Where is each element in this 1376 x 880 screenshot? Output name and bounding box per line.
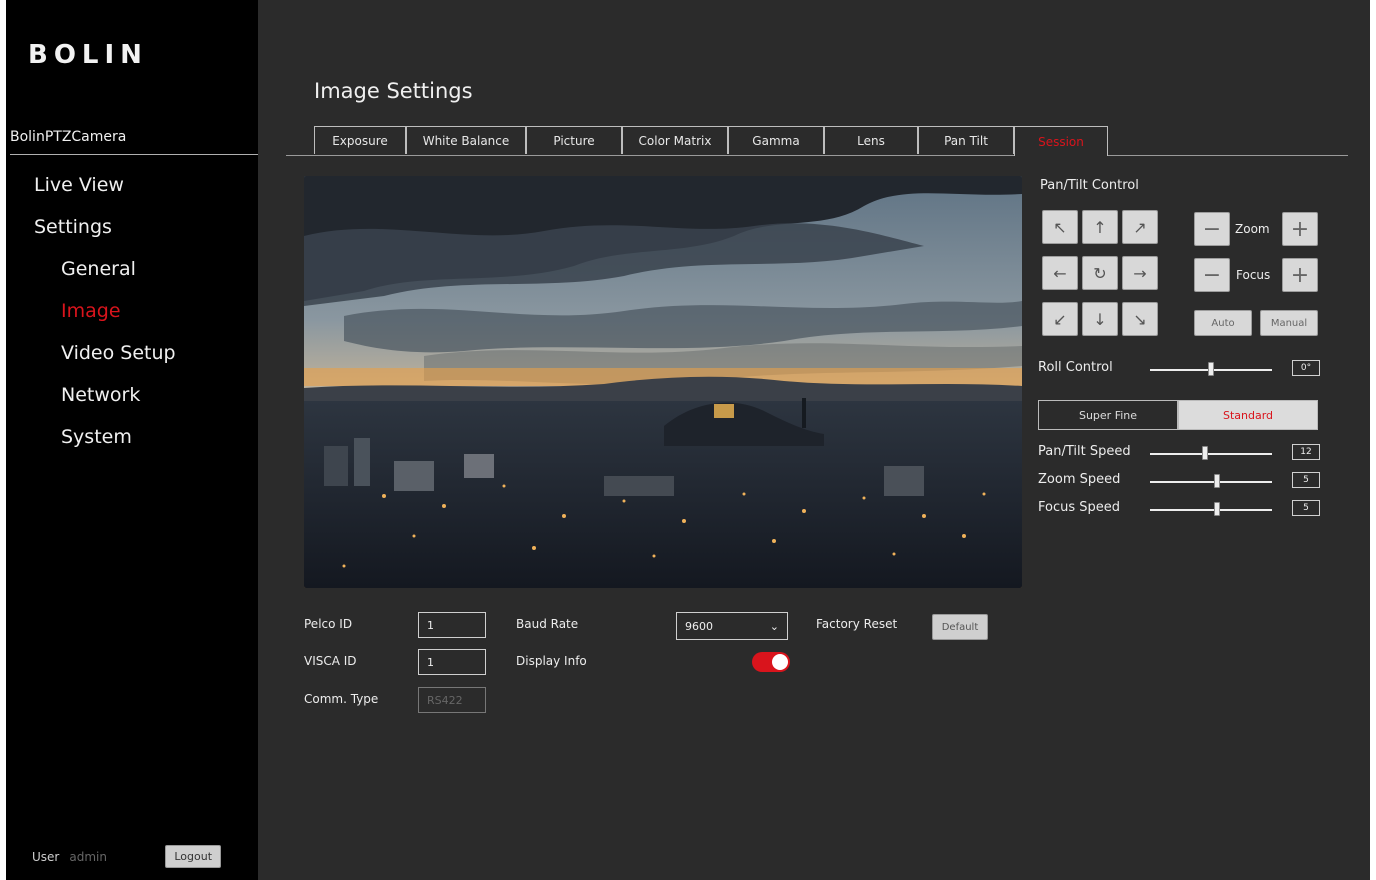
zoom-speed-label: Zoom Speed (1038, 472, 1121, 487)
focus-manual-button[interactable]: Manual (1260, 310, 1318, 336)
minus-icon: − (1202, 216, 1222, 242)
pelco-id-label: Pelco ID (304, 617, 353, 631)
factory-default-button[interactable]: Default (932, 614, 988, 640)
pan-down-button[interactable]: ↓ (1082, 302, 1118, 336)
device-name: BolinPTZCamera (10, 129, 127, 145)
super-fine-option[interactable]: Super Fine (1038, 400, 1178, 430)
roll-control-label: Roll Control (1038, 360, 1113, 375)
tab-session[interactable]: Session (1014, 126, 1108, 156)
plus-icon: + (1290, 216, 1310, 242)
main-content: Image Settings Exposure White Balance Pi… (258, 0, 1370, 880)
zoom-speed-track[interactable] (1150, 481, 1272, 483)
pan-left-button[interactable]: ← (1042, 256, 1078, 290)
factory-reset-label: Factory Reset (816, 617, 898, 631)
pan-tilt-speed-value: 12 (1292, 444, 1320, 460)
nav-video-setup[interactable]: Video Setup (61, 342, 176, 364)
user-area: User admin Logout (32, 845, 222, 868)
pan-tilt-speed-handle[interactable] (1201, 446, 1208, 460)
tab-bar: Exposure White Balance Picture Color Mat… (286, 126, 1348, 156)
cityscape-illustration (304, 176, 1022, 588)
sidebar: BOLIN BolinPTZCamera Live View Settings … (6, 0, 262, 880)
refresh-icon: ↻ (1093, 263, 1107, 283)
zoom-in-button[interactable]: + (1282, 212, 1318, 246)
brand-logo: BOLIN (28, 40, 148, 70)
arrow-up-left-icon: ↖ (1053, 217, 1067, 237)
pan-up-left-button[interactable]: ↖ (1042, 210, 1078, 244)
zoom-out-button[interactable]: − (1194, 212, 1230, 246)
baud-rate-label: Baud Rate (516, 617, 579, 631)
pan-up-right-button[interactable]: ↗ (1122, 210, 1158, 244)
nav-settings[interactable]: Settings (34, 216, 112, 238)
pan-down-left-button[interactable]: ↙ (1042, 302, 1078, 336)
focus-label: Focus (1236, 268, 1271, 282)
pan-tilt-speed-track[interactable] (1150, 453, 1272, 455)
display-info-toggle[interactable] (752, 652, 790, 672)
nav-live-view[interactable]: Live View (34, 174, 124, 196)
user-name: admin (69, 849, 107, 864)
toggle-knob (772, 654, 788, 670)
baud-rate-select[interactable]: 9600 ⌄ (676, 612, 788, 640)
user-label: User (32, 849, 60, 864)
arrow-up-right-icon: ↗ (1133, 217, 1147, 237)
comm-type-label: Comm. Type (304, 692, 379, 706)
tab-gamma[interactable]: Gamma (728, 126, 824, 154)
arrow-up-icon: ↑ (1093, 217, 1107, 237)
page-title: Image Settings (314, 79, 473, 103)
focus-speed-track[interactable] (1150, 509, 1272, 511)
visca-id-label: VISCA ID (304, 654, 357, 668)
zoom-speed-value: 5 (1292, 472, 1320, 488)
sidebar-divider (10, 154, 262, 155)
roll-slider-handle[interactable] (1208, 362, 1214, 376)
chevron-down-icon: ⌄ (769, 619, 779, 633)
arrow-down-icon: ↓ (1093, 309, 1107, 329)
tab-picture[interactable]: Picture (526, 126, 622, 154)
minus-icon: − (1202, 262, 1222, 288)
tab-exposure[interactable]: Exposure (314, 126, 406, 154)
focus-auto-button[interactable]: Auto (1194, 310, 1252, 336)
roll-value: 0° (1292, 360, 1320, 376)
arrow-down-left-icon: ↙ (1053, 309, 1067, 329)
arrow-down-right-icon: ↘ (1133, 309, 1147, 329)
nav-system[interactable]: System (61, 426, 132, 448)
arrow-left-icon: ← (1053, 263, 1067, 283)
pan-down-right-button[interactable]: ↘ (1122, 302, 1158, 336)
standard-option[interactable]: Standard (1178, 400, 1318, 430)
arrow-right-icon: → (1133, 263, 1147, 283)
pan-tilt-title: Pan/Tilt Control (1040, 178, 1139, 193)
zoom-label: Zoom (1235, 222, 1270, 236)
nav-image[interactable]: Image (61, 300, 121, 322)
zoom-speed-handle[interactable] (1214, 474, 1221, 488)
tab-color-matrix[interactable]: Color Matrix (622, 126, 728, 154)
tab-pan-tilt[interactable]: Pan Tilt (918, 126, 1014, 154)
nav-general[interactable]: General (61, 258, 136, 280)
plus-icon: + (1290, 262, 1310, 288)
pan-tilt-speed-label: Pan/Tilt Speed (1038, 444, 1131, 459)
focus-near-button[interactable]: − (1194, 258, 1230, 292)
focus-speed-label: Focus Speed (1038, 500, 1121, 515)
live-preview-image (304, 176, 1022, 588)
tab-white-balance[interactable]: White Balance (406, 126, 526, 154)
comm-type-input: RS422 (418, 687, 486, 713)
logout-button[interactable]: Logout (165, 845, 222, 868)
focus-speed-value: 5 (1292, 500, 1320, 516)
pan-up-button[interactable]: ↑ (1082, 210, 1118, 244)
pelco-id-input[interactable]: 1 (418, 612, 486, 638)
pan-right-button[interactable]: → (1122, 256, 1158, 290)
quality-toggle: Super Fine Standard (1038, 400, 1318, 430)
visca-id-input[interactable]: 1 (418, 649, 486, 675)
nav-network[interactable]: Network (61, 384, 140, 406)
tab-lens[interactable]: Lens (824, 126, 918, 154)
display-info-label: Display Info (516, 654, 587, 668)
focus-far-button[interactable]: + (1282, 258, 1318, 292)
focus-speed-handle[interactable] (1214, 502, 1221, 516)
pan-home-button[interactable]: ↻ (1082, 256, 1118, 290)
baud-rate-value: 9600 (685, 619, 713, 633)
